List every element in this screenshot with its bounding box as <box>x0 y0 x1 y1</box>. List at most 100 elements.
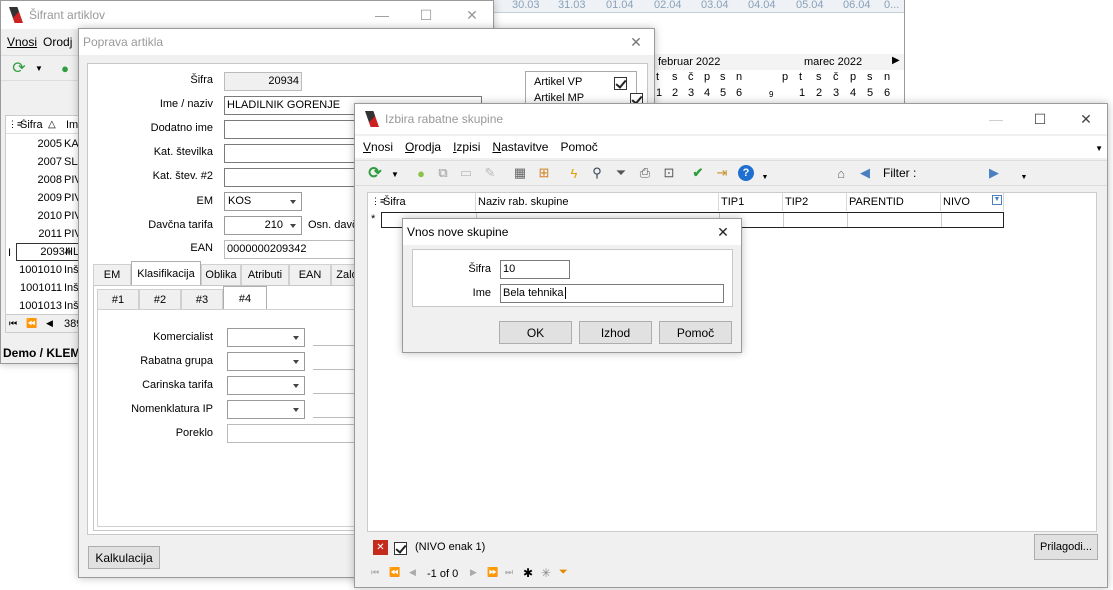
day-cell[interactable]: 5 <box>720 87 736 99</box>
menu-izpisi[interactable]: Izpisi <box>453 140 480 154</box>
edit-icon[interactable]: ✎ <box>482 165 498 181</box>
menu-vnosi[interactable]: Vnosi <box>363 140 393 154</box>
copy-icon[interactable]: ⧉ <box>435 165 451 181</box>
add-icon[interactable]: ● <box>57 60 73 76</box>
menu-nastavitve[interactable]: Nastavitve <box>492 140 548 154</box>
day-cell[interactable]: 5 <box>867 87 884 99</box>
day-cell[interactable]: 6 <box>736 87 752 99</box>
preview-icon[interactable]: ⊡ <box>661 165 677 181</box>
new-record-star-icon[interactable]: ✱ <box>523 566 533 580</box>
close-icon[interactable]: ✕ <box>1063 104 1107 134</box>
tab-ean[interactable]: EAN <box>289 264 331 285</box>
chevron-down-icon[interactable]: ▼ <box>757 169 773 185</box>
chevron-down-icon[interactable]: ▼ <box>387 166 403 182</box>
day-cell[interactable]: 2 <box>816 87 833 99</box>
folder-icon[interactable]: ▭ <box>458 165 474 181</box>
pomoc-button[interactable]: Pomoč <box>659 321 732 344</box>
prev-record-icon[interactable]: ◀ <box>46 318 53 329</box>
chevron-down-icon[interactable]: ▼ <box>1095 144 1103 153</box>
grid-view-icon[interactable]: ▦ <box>512 165 528 181</box>
exit-door-icon[interactable]: ⇥ <box>714 165 730 181</box>
close-icon[interactable]: ✕ <box>449 1 493 29</box>
day-cell[interactable]: 3 <box>833 87 850 99</box>
day-cell[interactable]: 2 <box>672 87 688 99</box>
table-row[interactable]: 2007 SLA <box>6 153 85 171</box>
ean-field[interactable]: 0000000209342 <box>224 240 364 259</box>
table-row[interactable]: 2008 PIV <box>6 171 82 189</box>
carinska-tarifa-select[interactable] <box>227 376 305 395</box>
next-record-icon[interactable]: ▶ <box>470 567 477 578</box>
subtab-3[interactable]: #3 <box>181 289 223 310</box>
izhod-button[interactable]: Izhod <box>579 321 652 344</box>
subtab-2[interactable]: #2 <box>139 289 181 310</box>
table-row[interactable]: 1001013 Inš <box>6 297 82 309</box>
artikel-vp-checkbox[interactable] <box>614 77 627 91</box>
menu-pomoc[interactable]: Pomoč <box>560 140 597 154</box>
day-cell[interactable]: 6 <box>884 87 901 99</box>
lightning-icon[interactable]: ϟ <box>566 165 582 181</box>
column-header-sifra[interactable]: Šifra <box>20 119 43 131</box>
rabatna-grupa-select[interactable] <box>227 352 305 371</box>
back-arrow-icon[interactable]: ◀ <box>857 165 873 181</box>
menu-vnosi[interactable]: Vnosi <box>7 35 37 49</box>
prev-page-icon[interactable]: ⏪ <box>26 318 37 329</box>
first-record-icon[interactable]: ⏮ <box>9 318 17 329</box>
kalkulacija-button[interactable]: Kalkulacija <box>88 546 160 569</box>
print-icon[interactable]: ⎙ <box>637 165 653 181</box>
table-row[interactable]: 2010 PIV <box>6 207 82 225</box>
next-page-icon[interactable]: ⏩ <box>487 567 498 578</box>
filter-funnel-icon[interactable]: ⏷ <box>559 566 568 579</box>
clear-filter-icon[interactable]: ✕ <box>373 540 388 555</box>
new-record-icon[interactable]: ● <box>413 165 429 181</box>
maximize-icon[interactable]: ☐ <box>403 1 449 29</box>
menu-orodja[interactable]: Orodja <box>405 140 441 154</box>
komercialist-select[interactable] <box>227 328 305 347</box>
minimize-icon[interactable]: — <box>359 1 405 29</box>
confirm-icon[interactable]: ✔ <box>690 165 706 181</box>
tab-em[interactable]: EM <box>93 264 131 285</box>
ime-input[interactable]: Bela tehnika <box>500 284 724 303</box>
menu-orodja[interactable]: Orodj <box>43 35 72 49</box>
ok-button[interactable]: OK <box>499 321 572 344</box>
column-header-tip1[interactable]: TIP1 <box>719 193 783 211</box>
day-cell[interactable]: 3 <box>688 87 704 99</box>
chevron-down-icon[interactable]: ▼ <box>1016 169 1032 185</box>
tab-oblika[interactable]: Oblika <box>201 264 241 285</box>
table-row[interactable]: 2011 PIV <box>6 225 82 243</box>
help-icon[interactable]: ? <box>738 165 754 181</box>
first-record-icon[interactable]: ⏮ <box>371 567 379 578</box>
column-header-parentid[interactable]: PARENTID <box>847 193 941 211</box>
close-icon[interactable]: ✕ <box>616 29 654 55</box>
column-header-sifra[interactable]: Šifra <box>381 193 476 211</box>
last-record-icon[interactable]: ⏭ <box>505 567 513 578</box>
table-row-selected[interactable]: 20934 HLA <box>16 243 86 261</box>
tab-atributi[interactable]: Atributi <box>241 264 289 285</box>
home-icon[interactable]: ⌂ <box>833 165 849 181</box>
subtab-4[interactable]: #4 <box>223 286 267 310</box>
delete-star-icon[interactable]: ✳ <box>541 566 551 580</box>
tab-klasifikacija[interactable]: Klasifikacija <box>131 261 201 285</box>
poreklo-field[interactable] <box>227 424 367 443</box>
table-row[interactable]: 1001011 Inš <box>6 279 82 297</box>
filter-icon[interactable]: ⏷ <box>613 165 629 181</box>
davcna-tarifa-select[interactable]: 210 <box>224 216 302 235</box>
next-month-arrow-icon[interactable]: ▶ <box>892 55 900 66</box>
table-row[interactable]: 2005 KA <box>6 135 82 153</box>
sifra-field[interactable]: 20934 <box>224 72 302 91</box>
subtab-1[interactable]: #1 <box>97 289 139 310</box>
day-cell[interactable]: 4 <box>704 87 720 99</box>
prev-page-icon[interactable]: ⏪ <box>389 567 400 578</box>
nomenklatura-select[interactable] <box>227 400 305 419</box>
refresh-icon[interactable]: ⟳ <box>11 60 27 77</box>
filter-enabled-checkbox[interactable] <box>394 542 407 556</box>
em-select[interactable]: KOS <box>224 192 302 211</box>
day-cell[interactable]: 1 <box>656 87 672 99</box>
table-row[interactable]: 2009 PIV <box>6 189 82 207</box>
tree-view-icon[interactable]: ⊞ <box>536 165 552 181</box>
column-header-naziv[interactable]: Naziv rab. skupine <box>476 193 719 211</box>
minimize-icon[interactable]: — <box>973 104 1019 134</box>
prilagodi-button[interactable]: Prilagodi... <box>1034 534 1098 560</box>
column-filter-icon[interactable]: ▼ <box>992 195 1002 205</box>
table-row[interactable]: 1001010 Inš <box>6 261 82 279</box>
chevron-down-icon[interactable]: ▼ <box>31 60 47 76</box>
